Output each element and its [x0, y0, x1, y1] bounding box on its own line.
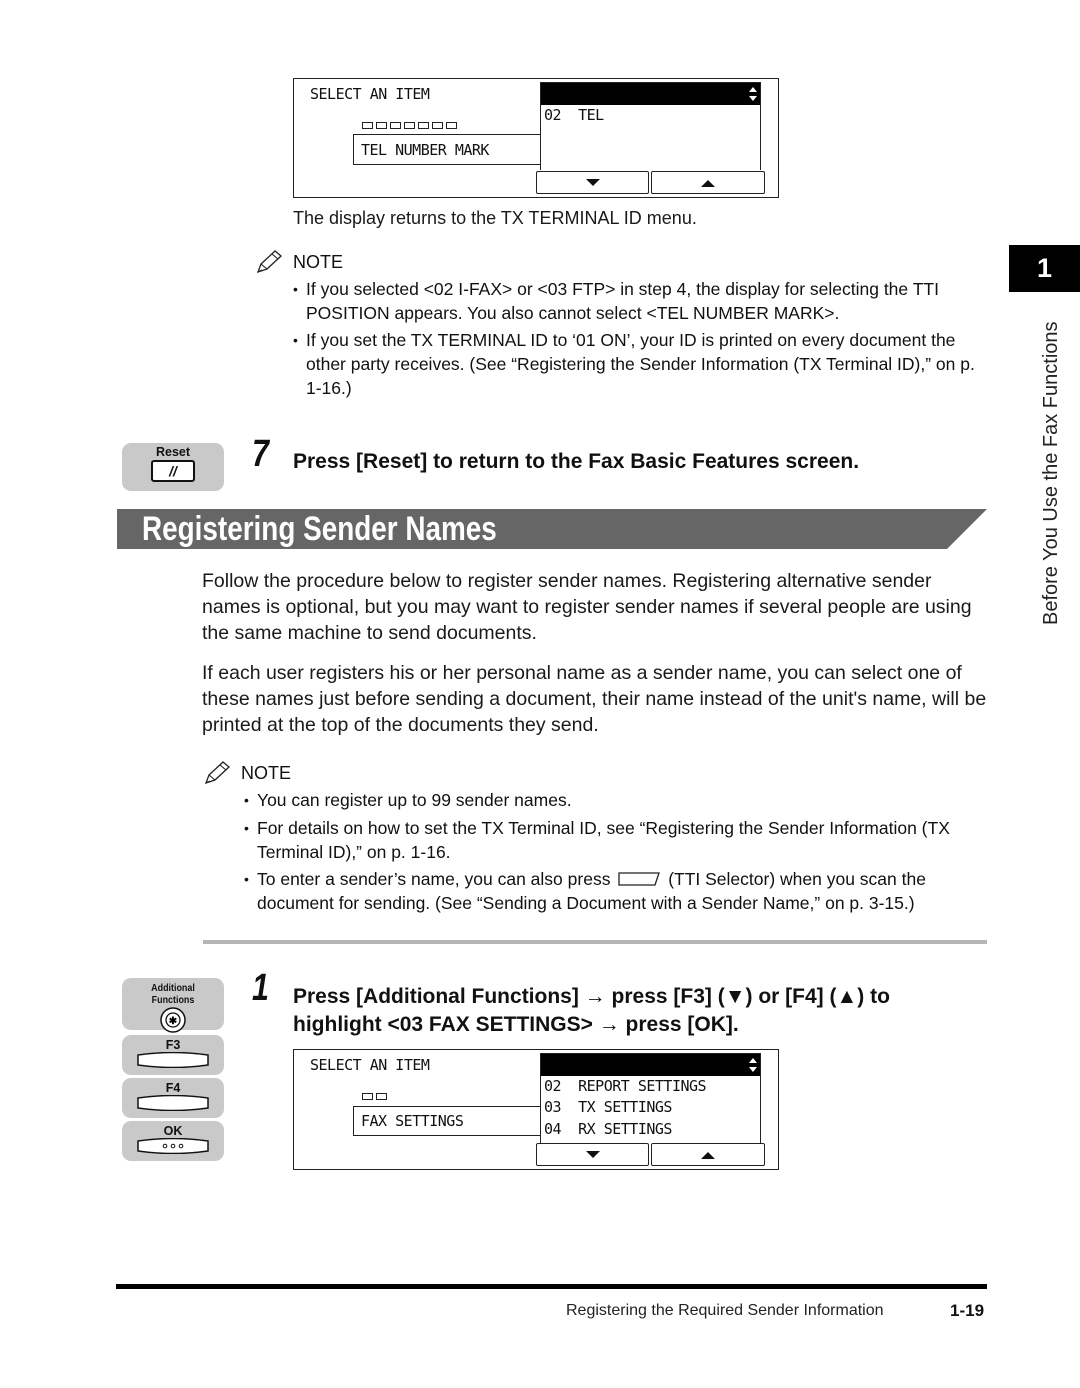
note-bullet: For details on how to set the TX Termina… — [244, 816, 989, 864]
display-returns-text: The display returns to the TX TERMINAL I… — [293, 208, 697, 228]
lcd-down-button[interactable] — [536, 171, 649, 194]
down-arrow-icon — [585, 1150, 600, 1158]
ok-button-shape-icon — [137, 1137, 209, 1155]
lcd-down-button[interactable] — [536, 1143, 649, 1166]
f4-key[interactable]: F4 — [122, 1078, 224, 1118]
lcd-up-button[interactable] — [651, 1143, 765, 1166]
scroll-updown-icon — [749, 87, 757, 101]
down-arrow-icon — [585, 178, 600, 186]
step-number: 1 — [252, 967, 269, 1009]
lcd-item-selected[interactable]: 01 FAX — [541, 83, 760, 124]
intro-paragraph: If each user registers his or her person… — [202, 662, 987, 736]
up-arrow-icon — [701, 1151, 715, 1159]
note-bullet: To enter a sender’s name, you can also p… — [244, 867, 989, 915]
additional-functions-icon: ✱ — [160, 1007, 186, 1033]
intro-paragraph: Follow the procedure below to register s… — [202, 570, 972, 644]
note-bullet: If you set the TX TERMINAL ID to ‘01 ON’… — [293, 328, 983, 400]
scroll-updown-icon — [749, 1058, 757, 1072]
lcd-up-button[interactable] — [651, 171, 765, 194]
reset-icon: // — [151, 460, 195, 482]
pencil-icon — [204, 761, 230, 785]
lcd-item-list: 01 USER SETTINGS 02 REPORT SETTINGS 03 T… — [540, 1053, 761, 1143]
step-number: 7 — [252, 433, 269, 475]
footer-section: Registering the Required Sender Informat… — [566, 1302, 884, 1319]
additional-functions-key[interactable]: Additional Functions ✱ — [122, 978, 224, 1033]
step-instruction-line1: Press [Additional Functions] → press [F3… — [293, 985, 890, 1008]
tti-selector-key-icon — [618, 872, 661, 886]
lcd-item[interactable]: 03 TX SETTINGS — [541, 1097, 760, 1119]
svg-text:✱: ✱ — [169, 1016, 178, 1027]
section-title: Registering Sender Names — [142, 510, 497, 548]
note-heading: NOTE — [255, 249, 343, 275]
up-arrow-icon — [701, 179, 715, 187]
char-boxes — [362, 122, 457, 129]
pencil-icon — [256, 250, 282, 274]
divider — [203, 940, 987, 944]
char-boxes — [362, 1093, 387, 1100]
key-button-shape-icon — [137, 1051, 209, 1069]
note-heading: NOTE — [203, 760, 291, 786]
chapter-tab: 1 — [1009, 245, 1080, 292]
lcd-field: TEL NUMBER MARK — [353, 134, 541, 165]
note-bullet: If you selected <02 I-FAX> or <03 FTP> i… — [293, 277, 993, 325]
lcd-display-bottom: SELECT AN ITEM FAX SETTINGS 01 USER SETT… — [293, 1049, 779, 1170]
lcd-item[interactable]: 04 RX SETTINGS — [541, 1119, 760, 1141]
lcd-item-selected[interactable]: 01 USER SETTINGS — [541, 1054, 760, 1095]
note-bullet: You can register up to 99 sender names. — [244, 788, 984, 812]
f3-key[interactable]: F3 — [122, 1035, 224, 1075]
step-instruction: Press [Reset] to return to the Fax Basic… — [293, 450, 860, 473]
footer-rule — [116, 1284, 987, 1289]
lcd-item-list: 01 FAX 02 TEL — [540, 82, 761, 170]
lcd-field: FAX SETTINGS — [353, 1106, 541, 1136]
step-instruction-line2: highlight <03 FAX SETTINGS> → press [OK]… — [293, 1013, 739, 1036]
reset-key[interactable]: Reset // — [122, 443, 224, 491]
lcd-item[interactable]: 02 REPORT SETTINGS — [541, 1076, 760, 1098]
lcd-title: SELECT AN ITEM — [310, 1056, 430, 1074]
lcd-title: SELECT AN ITEM — [310, 85, 430, 103]
lcd-item[interactable]: 02 TEL — [541, 105, 760, 127]
chapter-title-vertical: Before You Use the Fax Functions — [1040, 321, 1062, 625]
ok-key[interactable]: OK — [122, 1121, 224, 1161]
lcd-display-top: SELECT AN ITEM TEL NUMBER MARK 01 FAX 02… — [293, 78, 779, 198]
key-button-shape-icon — [137, 1094, 209, 1112]
page-number: 1-19 — [950, 1301, 985, 1320]
